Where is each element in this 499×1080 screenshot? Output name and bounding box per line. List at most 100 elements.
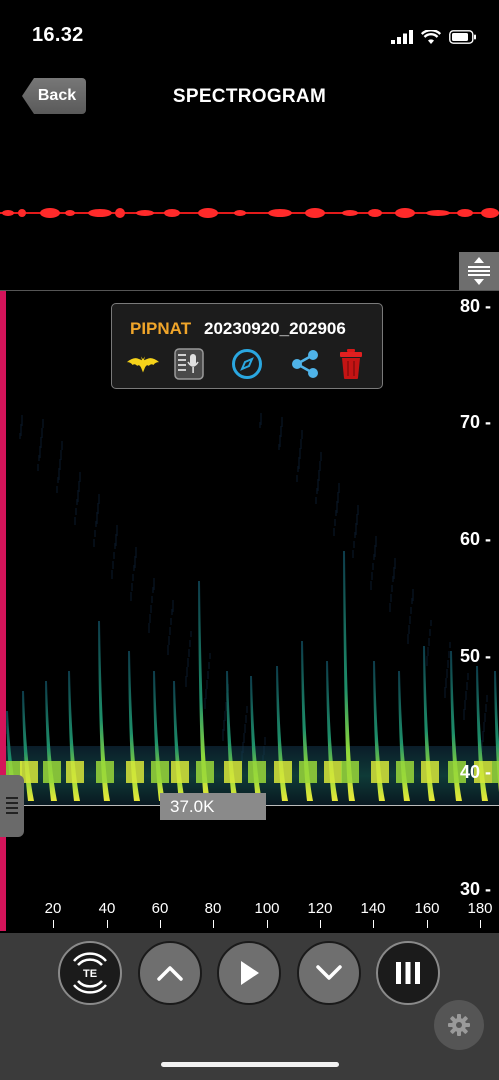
scroll-up-button[interactable] <box>138 941 202 1005</box>
compass-icon[interactable] <box>230 347 264 381</box>
resize-handle[interactable] <box>459 252 499 290</box>
spectrogram-noise <box>319 461 321 471</box>
waveform-blob <box>2 210 14 216</box>
waveform-blob <box>305 208 325 218</box>
x-tick-mark <box>267 920 268 928</box>
waveform-overview[interactable] <box>0 195 499 231</box>
waveform-blob <box>234 210 246 216</box>
spectrogram-noise <box>223 720 225 731</box>
spectrogram-noise <box>371 572 373 580</box>
spectrogram-noise <box>356 514 358 525</box>
waveform-blob <box>164 209 180 217</box>
spectrogram-noise <box>320 452 322 461</box>
spectrogram-noise <box>207 671 209 679</box>
bat-call-energy <box>43 761 61 783</box>
bat-call-energy <box>196 761 214 783</box>
y-tick-label: 80 - <box>459 296 491 316</box>
spectrogram-noise <box>243 733 245 743</box>
waveform-blob <box>115 208 125 218</box>
x-tick-mark <box>53 920 54 928</box>
battery-icon <box>449 30 476 44</box>
waveform-blob <box>40 208 60 218</box>
spectrogram-noise <box>98 494 100 504</box>
spectrogram-noise <box>426 656 428 666</box>
bat-call-energy <box>324 761 342 783</box>
spectrogram-noise <box>116 525 118 536</box>
y-tick-label: 70 - <box>459 412 491 432</box>
spectrogram-noise <box>428 638 430 646</box>
spectrogram-noise <box>486 695 488 702</box>
gear-icon <box>448 1014 470 1036</box>
share-icon[interactable] <box>288 347 322 381</box>
spectrogram-noise <box>465 691 467 700</box>
spectrogram-noise <box>390 594 392 602</box>
spectrogram-noise <box>42 419 44 428</box>
spectrogram-noise <box>447 660 449 668</box>
spectrogram-noise <box>375 536 377 547</box>
waveform-blob <box>342 210 358 216</box>
spectrogram-noise <box>394 558 396 569</box>
x-tick-label: 60 <box>151 900 169 917</box>
spectrogram-noise <box>97 503 99 514</box>
bat-call-energy <box>151 761 169 783</box>
bat-call-energy <box>248 761 266 783</box>
trash-icon[interactable] <box>334 347 368 381</box>
bat-call-energy <box>341 761 359 783</box>
spectrogram-noise <box>148 623 150 633</box>
spectrogram-noise <box>153 578 155 590</box>
spectrogram-noise <box>132 574 134 581</box>
spectrogram-noise <box>169 627 171 635</box>
spectrogram-noise <box>168 636 170 645</box>
spectrogram-noise <box>412 589 414 601</box>
spectrogram-noise <box>448 651 450 658</box>
spectrogram-noise <box>113 552 115 559</box>
spectrogram-noise <box>352 550 354 558</box>
left-drawer-handle[interactable] <box>0 775 24 837</box>
spectrogram-noise <box>484 713 486 722</box>
spectrogram-noise <box>246 706 248 713</box>
spectrogram-noise <box>40 437 42 448</box>
recording-info-popup: PIPNAT 20230920_202906 <box>111 303 383 389</box>
y-tick-label: 30 - <box>459 879 491 899</box>
spectrogram-noise <box>224 711 226 721</box>
menu-button[interactable] <box>376 941 440 1005</box>
x-tick-mark <box>320 920 321 928</box>
spectrogram-noise <box>446 669 448 678</box>
bat-icon[interactable] <box>126 347 160 381</box>
spectrogram-noise <box>186 667 188 677</box>
species-code[interactable]: PIPNAT <box>130 319 191 339</box>
bars-icon <box>396 962 420 984</box>
waveform-blob <box>198 208 218 218</box>
bat-call-energy <box>126 761 144 783</box>
chevron-down-icon <box>316 965 342 980</box>
frequency-marker-label[interactable]: 37.0K <box>160 793 266 820</box>
home-indicator[interactable] <box>161 1062 339 1067</box>
x-tick-label: 180 <box>467 900 493 917</box>
spectrogram-noise <box>61 441 63 450</box>
wifi-icon <box>421 29 441 44</box>
te-button[interactable]: TE <box>58 941 122 1005</box>
spectrogram-noise <box>59 459 61 470</box>
spectrogram-noise <box>205 689 207 699</box>
x-tick-label: 160 <box>414 900 440 917</box>
spectrogram-noise <box>300 439 302 449</box>
spectrogram-noise <box>41 428 43 438</box>
x-tick-label: 140 <box>360 900 386 917</box>
x-tick-mark <box>213 920 214 928</box>
spectrogram-noise <box>333 528 335 536</box>
x-tick-mark <box>480 920 481 928</box>
grip-lines-icon <box>6 797 18 814</box>
settings-button[interactable] <box>434 1000 484 1050</box>
x-tick-label: 100 <box>254 900 280 917</box>
scroll-down-button[interactable] <box>297 941 361 1005</box>
waveform-blob <box>88 209 112 217</box>
spectrogram-noise <box>357 505 359 515</box>
spectrogram-noise <box>467 673 469 680</box>
spectrogram-noise <box>466 682 468 690</box>
spectrogram-noise <box>60 450 62 460</box>
play-button[interactable] <box>217 941 281 1005</box>
voice-note-icon[interactable] <box>172 347 206 381</box>
bat-call-energy <box>421 761 439 783</box>
spectrogram-noise <box>318 470 320 481</box>
spectrogram-noise <box>150 605 152 613</box>
